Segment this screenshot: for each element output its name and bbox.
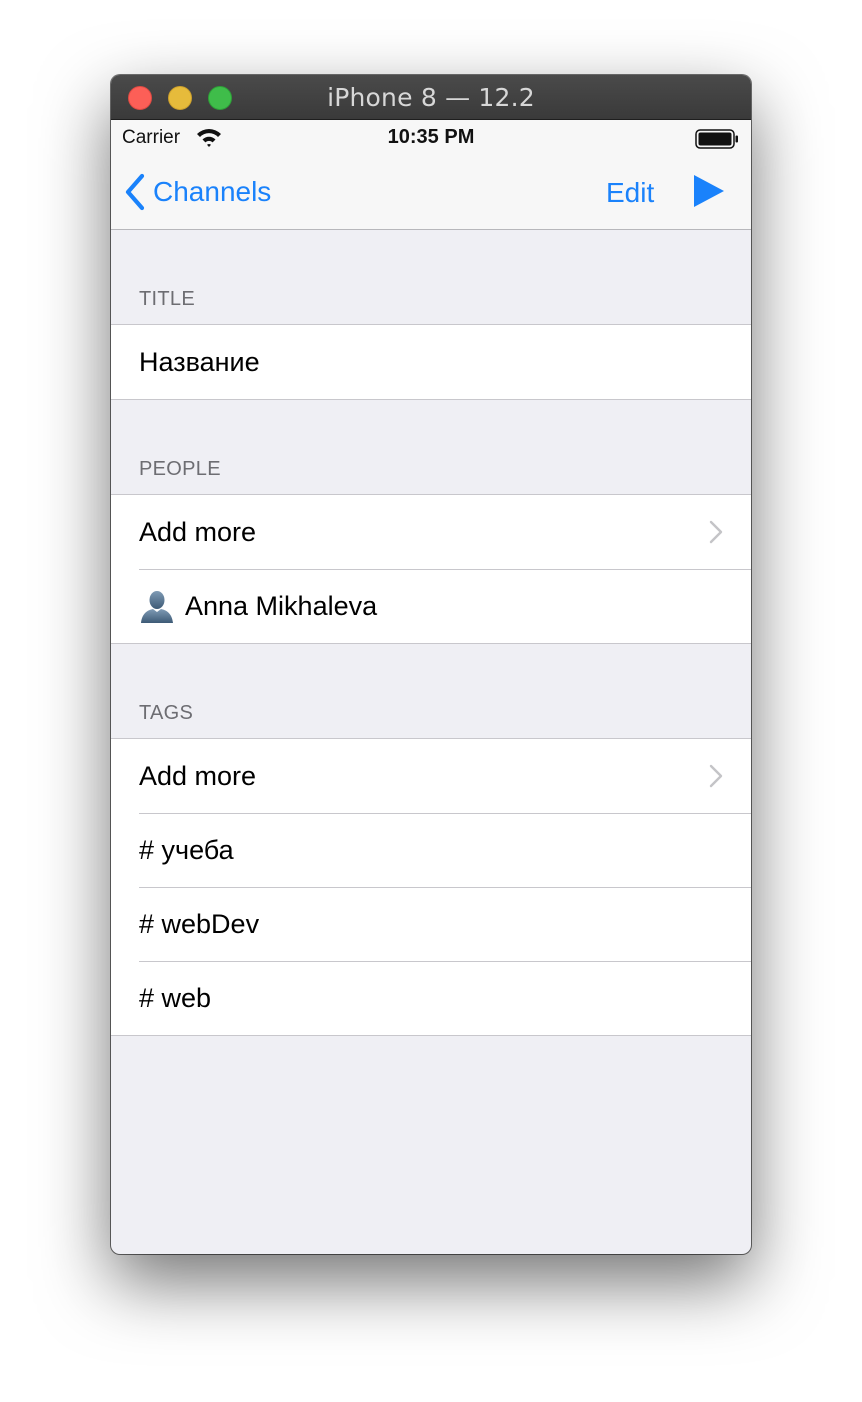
section-header-label: TITLE [139, 288, 195, 310]
edit-button[interactable]: Edit [606, 177, 654, 209]
section-header-title: TITLE [111, 230, 751, 324]
add-tags-cell[interactable]: Add more [111, 739, 751, 813]
person-name: Anna Mikhaleva [185, 590, 378, 621]
tag-label: # webDev [139, 908, 260, 939]
window-title: iPhone 8 — 12.2 [327, 83, 535, 112]
tag-cell[interactable]: # webDev [111, 887, 751, 961]
tag-label: # учеба [139, 834, 234, 865]
tag-label: # web [139, 982, 212, 1013]
play-icon[interactable] [693, 174, 725, 208]
add-people-cell[interactable]: Add more [111, 495, 751, 569]
person-cell[interactable]: Anna Mikhaleva [111, 569, 751, 643]
tag-cell[interactable]: # web [111, 961, 751, 1035]
chevron-right-icon [709, 764, 723, 788]
add-more-label: Add more [139, 760, 257, 791]
people-group: Add more Anna Mikhaleva [111, 494, 751, 644]
section-header-tags: TAGS [111, 644, 751, 738]
chevron-left-icon [125, 173, 145, 211]
window-titlebar: iPhone 8 — 12.2 [111, 75, 751, 120]
status-time: 10:35 PM [387, 126, 475, 148]
section-header-people: PEOPLE [111, 400, 751, 494]
title-field[interactable]: Название [111, 325, 751, 399]
tag-cell[interactable]: # учеба [111, 813, 751, 887]
battery-icon [695, 129, 738, 149]
tags-group: Add more # учеба # webDev # web [111, 738, 751, 1036]
chevron-right-icon [709, 520, 723, 544]
back-button-label: Channels [153, 176, 272, 207]
title-group: Название [111, 324, 751, 400]
settings-table: TITLE Название PEOPLE Add more Anna Mikh… [111, 230, 751, 1036]
navigation-area: Carrier 10:35 PM Channels Edit [111, 120, 751, 230]
add-more-label: Add more [139, 516, 257, 547]
person-icon [141, 591, 173, 623]
simulator-window: iPhone 8 — 12.2 Carrier 10:35 PM Channel… [111, 75, 751, 1254]
section-header-label: TAGS [139, 702, 194, 724]
section-header-label: PEOPLE [139, 458, 221, 480]
back-button[interactable]: Channels [123, 172, 271, 212]
title-value: Название [139, 346, 260, 377]
